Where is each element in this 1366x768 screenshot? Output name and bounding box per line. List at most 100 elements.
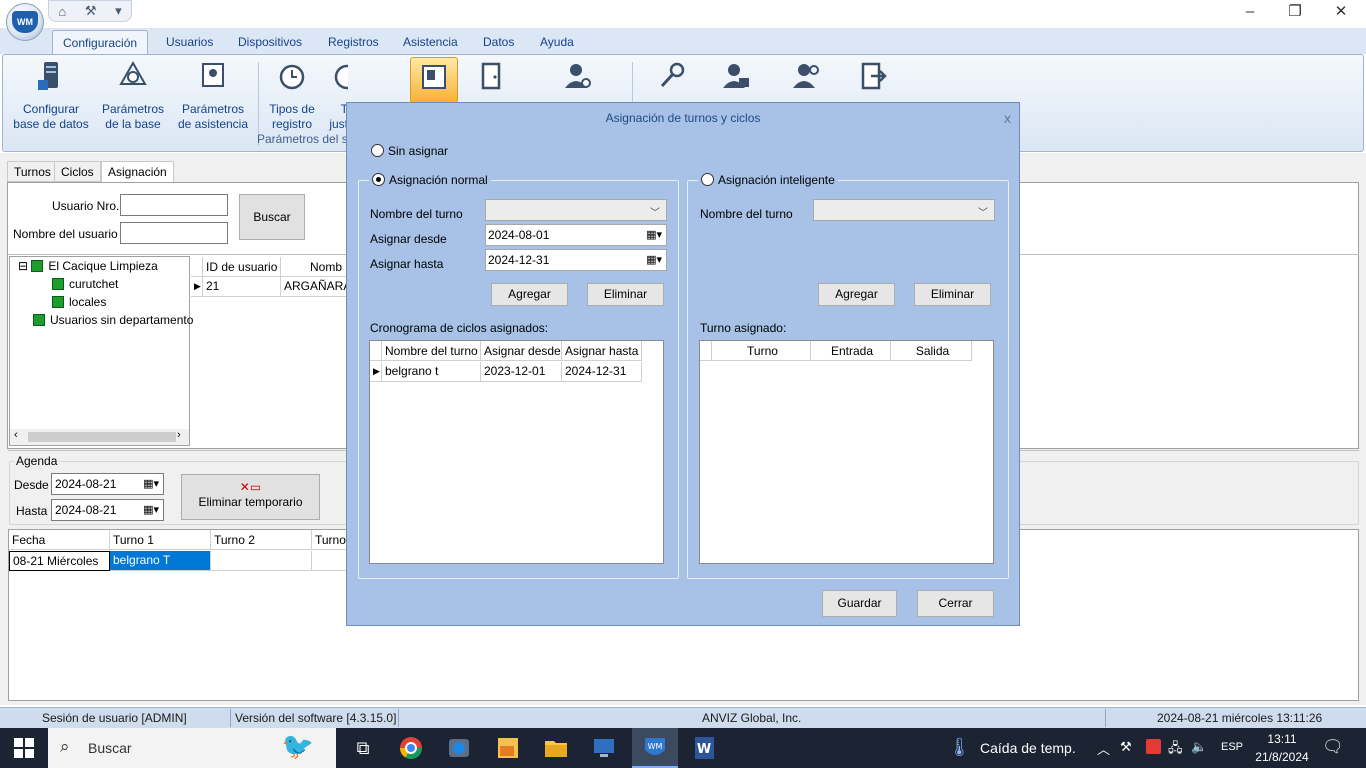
tab-turnos[interactable]: Turnos xyxy=(7,161,58,182)
save-button[interactable]: Guardar xyxy=(822,590,897,617)
exit-button[interactable] xyxy=(854,58,890,104)
tab-datos[interactable]: Datos xyxy=(473,30,524,54)
tab-dispositivos[interactable]: Dispositivos xyxy=(228,30,312,54)
smart-delete-button[interactable]: Eliminar xyxy=(914,283,991,306)
user-settings-button[interactable] xyxy=(560,58,596,104)
scroll-right-icon[interactable]: › xyxy=(177,429,181,441)
col-user-name[interactable]: Nomb xyxy=(281,257,347,277)
tab-configuracion[interactable]: Configuración xyxy=(52,30,149,54)
tools-icon[interactable]: ⚒ xyxy=(85,3,97,19)
assign-to-date[interactable]: 2024-12-31 ▦▾ xyxy=(485,249,667,271)
col-turno[interactable]: Turno xyxy=(712,341,811,361)
tray-chevron-up-icon[interactable]: ︿ xyxy=(1097,739,1110,758)
smart-shift-select[interactable]: ﹀ xyxy=(813,199,995,221)
tree-item-curutchet[interactable]: curutchet xyxy=(52,275,118,293)
col-fecha[interactable]: Fecha xyxy=(9,530,110,550)
calendar-icon[interactable]: ▦▾ xyxy=(646,225,662,245)
app-logo[interactable]: WM xyxy=(6,3,44,41)
clock-time[interactable]: 13:11 xyxy=(1255,732,1309,746)
col-user-id[interactable]: ID de usuario xyxy=(203,257,281,277)
justification-types-button[interactable]: T just xyxy=(328,58,348,132)
task-view-icon[interactable]: ⧉ xyxy=(345,732,381,764)
tab-usuarios[interactable]: Usuarios xyxy=(156,30,223,54)
tab-ayuda[interactable]: Ayuda xyxy=(530,30,584,54)
word-icon[interactable]: W xyxy=(686,732,722,764)
shift-cycles-button[interactable] xyxy=(410,57,458,103)
tree-root[interactable]: ⊟ El Cacique Limpieza xyxy=(18,257,158,275)
configure-database-button[interactable]: Configurar base de datos xyxy=(12,58,90,132)
tree-item-no-dept[interactable]: Usuarios sin departamento xyxy=(33,311,193,329)
assign-from-date[interactable]: 2024-08-01 ▦▾ xyxy=(485,224,667,246)
calendar-icon[interactable]: ▦▾ xyxy=(646,250,662,270)
user-name-input[interactable] xyxy=(120,222,228,244)
tab-ciclos[interactable]: Ciclos xyxy=(54,161,101,182)
user-key-button[interactable] xyxy=(788,58,824,104)
anviz-taskbar-button[interactable]: WM xyxy=(632,728,678,768)
key-user-button[interactable] xyxy=(654,58,690,104)
col-turno2[interactable]: Turno 2 xyxy=(211,530,312,550)
dialog-close-button[interactable]: x xyxy=(1004,103,1011,133)
remote-desktop-icon[interactable] xyxy=(586,732,622,764)
tab-asistencia[interactable]: Asistencia xyxy=(393,30,468,54)
col-turno3[interactable]: Turno xyxy=(312,530,347,550)
cell-turno3[interactable] xyxy=(312,551,347,571)
minimize-button[interactable]: – xyxy=(1227,2,1273,24)
maximize-button[interactable]: ❐ xyxy=(1272,2,1318,24)
calendar-icon[interactable]: ▦▾ xyxy=(143,500,159,520)
record-types-button[interactable]: Tipos de registro xyxy=(264,58,320,132)
file-explorer-icon[interactable] xyxy=(538,732,574,764)
weather-text[interactable]: Caída de temp. xyxy=(980,740,1076,756)
close-window-button[interactable]: ✕ xyxy=(1318,2,1364,24)
close-button[interactable]: Cerrar xyxy=(917,590,994,617)
hasta-date-input[interactable]: 2024-08-21 ▦▾ xyxy=(51,499,164,521)
col-shift-name[interactable]: Nombre del turno xyxy=(382,341,481,361)
door-button[interactable] xyxy=(476,58,506,104)
desde-date-input[interactable]: 2024-08-21 ▦▾ xyxy=(51,473,164,495)
attendance-params-button[interactable]: Parámetros de asistencia xyxy=(176,58,250,132)
col-assign-from[interactable]: Asignar desde xyxy=(481,341,562,361)
cell-turno2[interactable] xyxy=(211,551,312,571)
network-icon[interactable]: 🖧 xyxy=(1168,739,1183,761)
normal-delete-button[interactable]: Eliminar xyxy=(587,283,664,306)
tray-app-icon[interactable]: ⚒ xyxy=(1120,739,1132,755)
windows-start-icon[interactable] xyxy=(14,738,34,758)
cell-turno1[interactable]: belgrano T xyxy=(110,551,211,571)
delete-temporary-button[interactable]: ✕▭ Eliminar temporario xyxy=(181,474,320,520)
tree-item-locales[interactable]: locales xyxy=(52,293,106,311)
language-indicator[interactable]: ESP xyxy=(1221,741,1243,753)
radio-inteligente[interactable]: Asignación inteligente xyxy=(698,173,838,187)
normal-add-button[interactable]: Agregar xyxy=(491,283,568,306)
calendar-icon[interactable]: ▦▾ xyxy=(143,474,159,494)
scroll-left-icon[interactable]: ‹ xyxy=(14,429,18,441)
notifications-icon[interactable]: 🗨 xyxy=(1322,737,1344,757)
cell-user-name[interactable]: ARGAÑARA xyxy=(281,277,347,297)
col-entrada[interactable]: Entrada xyxy=(811,341,891,361)
home-icon[interactable]: ⌂ xyxy=(58,4,66,19)
cell-assign-to[interactable]: 2024-12-31 xyxy=(562,362,642,382)
volume-icon[interactable]: 🔈 xyxy=(1191,739,1207,755)
col-salida[interactable]: Salida xyxy=(891,341,972,361)
database-params-button[interactable]: Parámetros de la base xyxy=(98,58,168,132)
col-assign-to[interactable]: Asignar hasta xyxy=(562,341,642,361)
tab-asignacion[interactable]: Asignación xyxy=(101,161,174,183)
scroll-thumb[interactable] xyxy=(28,432,176,442)
customize-icon[interactable]: ▾ xyxy=(115,3,122,19)
col-turno1[interactable]: Turno 1 xyxy=(110,530,211,550)
radio-sin-asignar[interactable]: Sin asignar xyxy=(371,144,448,158)
cell-fecha[interactable]: 08-21 Miércoles xyxy=(9,551,110,571)
tray-security-icon[interactable] xyxy=(1146,739,1161,754)
clock-date[interactable]: 21/8/2024 xyxy=(1252,750,1312,764)
outlook-icon[interactable] xyxy=(490,732,526,764)
user-lock-button[interactable] xyxy=(718,58,754,104)
chrome-icon[interactable] xyxy=(393,732,429,764)
radio-normal[interactable]: Asignación normal xyxy=(369,173,491,187)
cell-user-id[interactable]: 21 xyxy=(203,277,281,297)
user-no-input[interactable] xyxy=(120,194,228,216)
cell-shift-name[interactable]: belgrano t xyxy=(382,362,481,382)
cell-assign-from[interactable]: 2023-12-01 xyxy=(481,362,562,382)
camera-app-icon[interactable] xyxy=(441,732,477,764)
search-button[interactable]: Buscar xyxy=(239,194,305,240)
normal-shift-select[interactable]: ﹀ xyxy=(485,199,667,221)
tab-registros[interactable]: Registros xyxy=(318,30,389,54)
taskbar-search-box[interactable]: ⌕ Buscar 🐦 xyxy=(48,728,336,768)
